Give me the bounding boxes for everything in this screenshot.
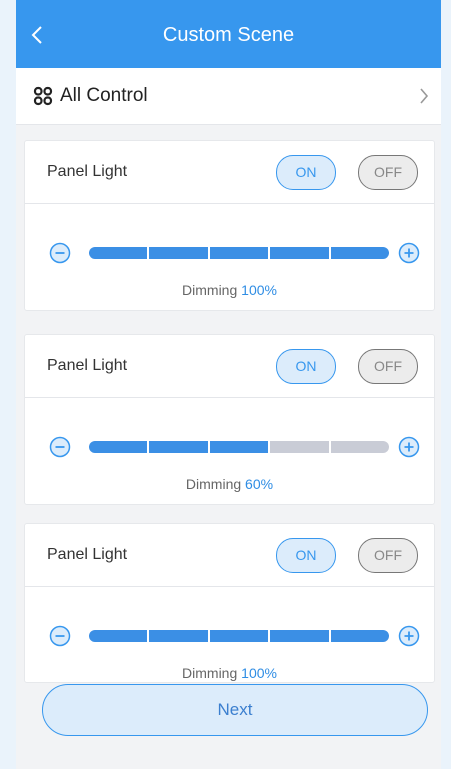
off-button[interactable]: OFF — [358, 348, 418, 384]
light-card: Panel Light ON OFF Dimming 100% — [24, 140, 435, 311]
slider-segment — [330, 441, 390, 453]
dimming-readout: Dimming 100% — [25, 665, 434, 681]
on-button[interactable]: ON — [276, 348, 336, 384]
slider-segment — [89, 247, 148, 259]
phone-screen: Custom Scene All Control Panel Light ON … — [16, 0, 441, 769]
plus-icon[interactable] — [398, 625, 420, 647]
dimming-slider[interactable] — [89, 441, 390, 453]
dimming-label: Dimming — [185, 476, 242, 492]
chevron-right-icon — [419, 87, 429, 105]
dimming-readout: Dimming 100% — [25, 282, 434, 298]
dimming-value: 100% — [241, 282, 277, 298]
card-header: Panel Light ON OFF — [25, 335, 434, 398]
page-title: Custom Scene — [162, 24, 295, 46]
card-header: Panel Light ON OFF — [25, 524, 434, 587]
on-button[interactable]: ON — [276, 537, 336, 573]
slider-segment — [209, 630, 269, 642]
device-name: Panel Light — [47, 163, 128, 180]
dimming-control: Dimming 100% — [25, 204, 434, 310]
slider-segment — [270, 630, 329, 642]
light-card: Panel Light ON OFF Dimming 60% — [24, 334, 435, 505]
off-button[interactable]: OFF — [358, 537, 418, 573]
slider-segment — [149, 247, 208, 259]
off-button[interactable]: OFF — [358, 154, 418, 190]
command-icon — [32, 85, 54, 107]
slider-segment — [209, 247, 269, 259]
slider-segment — [89, 630, 148, 642]
minus-icon[interactable] — [49, 436, 71, 458]
next-button[interactable]: Next — [42, 684, 428, 736]
plus-icon[interactable] — [398, 242, 420, 264]
dimming-label: Dimming — [182, 282, 238, 298]
plus-icon[interactable] — [398, 436, 420, 458]
slider-segment — [89, 441, 148, 453]
all-control-row[interactable]: All Control — [16, 68, 441, 125]
slider-segment — [149, 630, 208, 642]
dimming-value: 100% — [241, 665, 277, 681]
slider-segment — [149, 441, 208, 453]
all-control-label: All Control — [60, 85, 148, 106]
dimming-slider[interactable] — [89, 247, 390, 259]
dimming-readout: Dimming 60% — [25, 476, 434, 492]
dimming-value: 60% — [245, 476, 274, 492]
card-header: Panel Light ON OFF — [25, 141, 434, 204]
light-card: Panel Light ON OFF Dimming 100% — [24, 523, 435, 683]
dimming-label: Dimming — [182, 665, 238, 681]
minus-icon[interactable] — [49, 242, 71, 264]
dimming-slider[interactable] — [89, 630, 390, 642]
on-button[interactable]: ON — [276, 154, 336, 190]
slider-segment — [209, 441, 269, 453]
device-name: Panel Light — [47, 357, 128, 374]
slider-segment — [330, 247, 390, 259]
device-name: Panel Light — [47, 546, 128, 563]
dimming-control: Dimming 100% — [25, 587, 434, 682]
slider-segment — [270, 247, 329, 259]
slider-segment — [270, 441, 329, 453]
app-header: Custom Scene — [16, 0, 441, 68]
minus-icon[interactable] — [49, 625, 71, 647]
dimming-control: Dimming 60% — [25, 398, 434, 504]
slider-segment — [330, 630, 390, 642]
